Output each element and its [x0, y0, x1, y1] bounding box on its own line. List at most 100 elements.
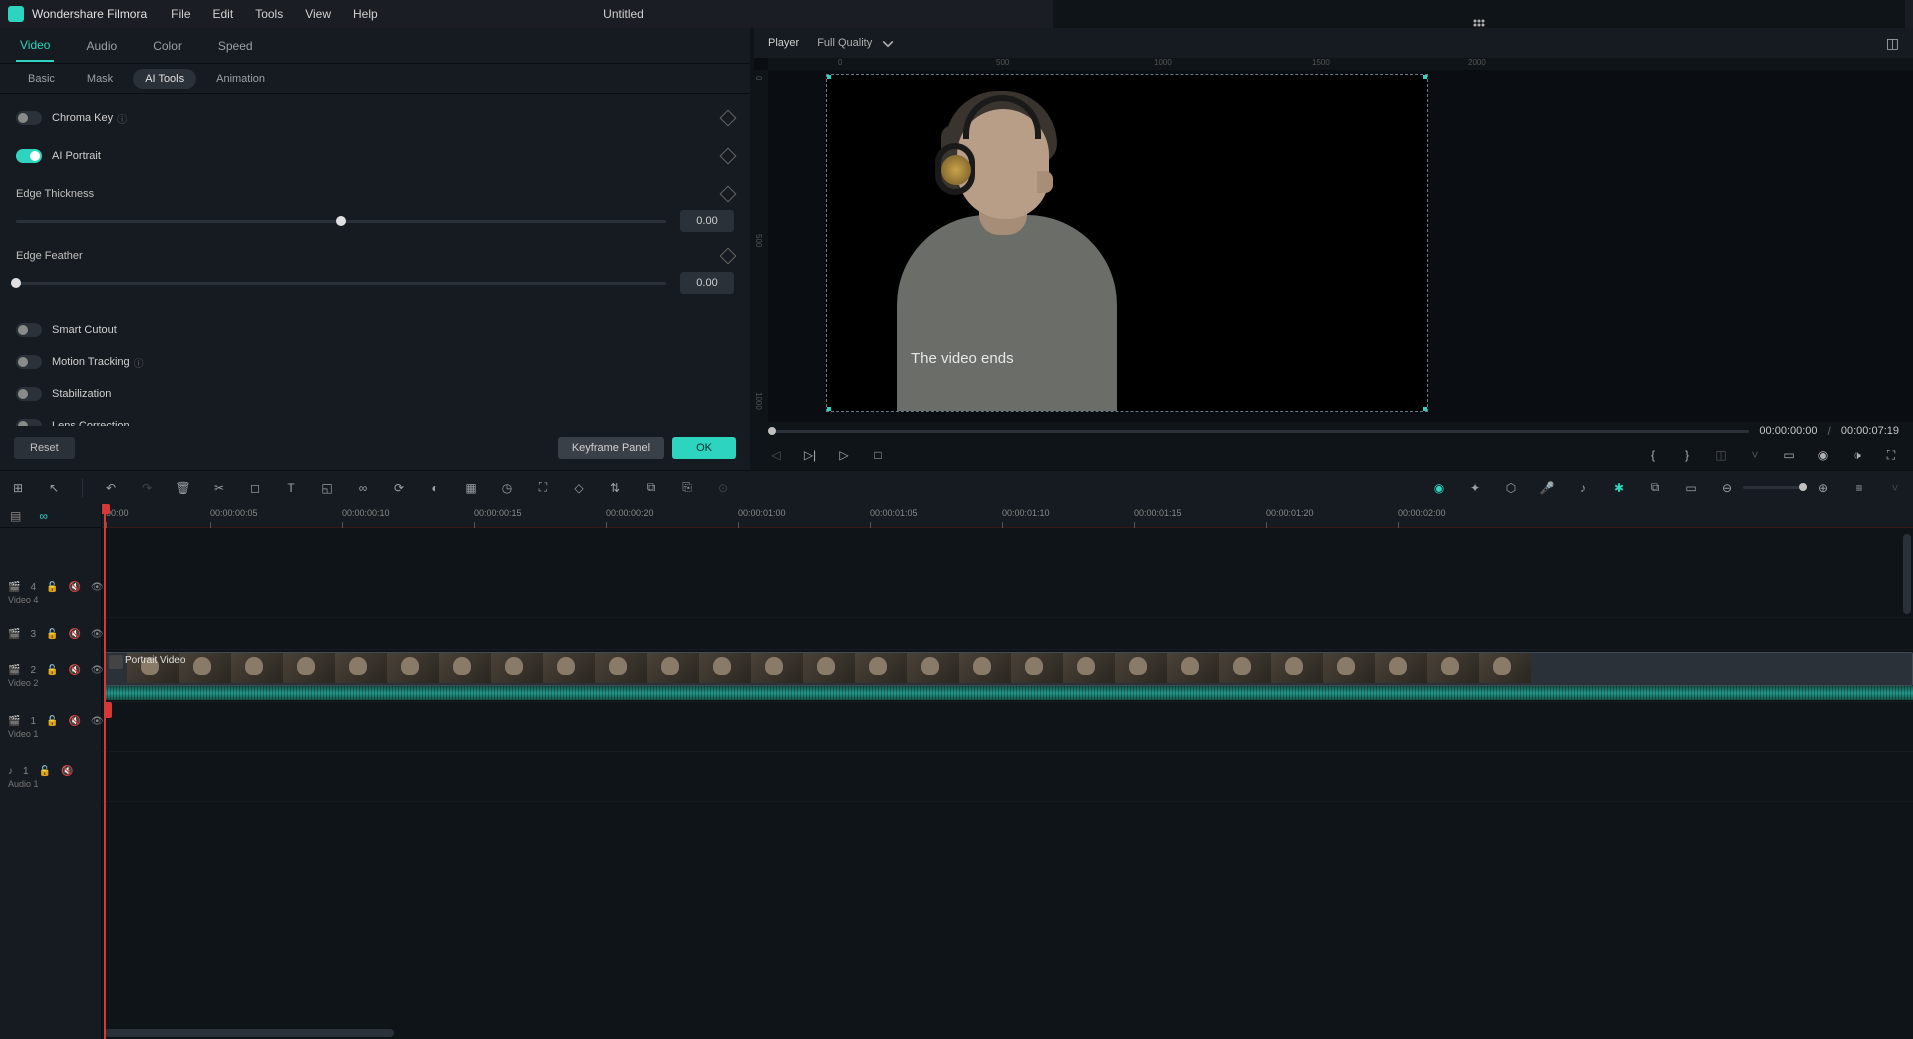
tag-icon[interactable]: ◇: [571, 480, 587, 496]
mic-icon[interactable]: 🎤: [1539, 480, 1555, 496]
subtab-animation[interactable]: Animation: [204, 69, 277, 89]
compare-icon[interactable]: ◫: [1713, 447, 1729, 463]
play-icon[interactable]: ▷: [836, 447, 852, 463]
keyframe-panel-button[interactable]: Keyframe Panel: [558, 437, 664, 459]
edge-feather-slider[interactable]: [16, 282, 666, 285]
track-header[interactable]: ♪1🔓🔇 Audio 1: [0, 752, 101, 802]
edge-feather-value[interactable]: 0.00: [680, 272, 734, 294]
motion-tracking-toggle[interactable]: [16, 355, 42, 369]
subtab-basic[interactable]: Basic: [16, 69, 67, 89]
mute-icon[interactable]: 🔇: [68, 582, 80, 593]
camera-icon[interactable]: ◉: [1815, 447, 1831, 463]
subtab-ai-tools[interactable]: AI Tools: [133, 69, 196, 89]
mute-icon[interactable]: 🔇: [68, 665, 80, 676]
keyframe-icon[interactable]: [720, 248, 737, 265]
quality-dropdown[interactable]: Full Quality: [817, 35, 896, 51]
preview-canvas[interactable]: 0 500 1000 1500 2000 0 500 1000 The vide…: [754, 58, 1913, 422]
ok-button[interactable]: OK: [672, 437, 736, 459]
lock-icon[interactable]: 🔓: [46, 629, 58, 640]
help-icon[interactable]: ⓘ: [117, 111, 127, 126]
text-icon[interactable]: T: [283, 480, 299, 496]
mark-out-icon[interactable]: }: [1679, 447, 1695, 463]
resize-handle[interactable]: [1423, 407, 1428, 412]
ai-icon[interactable]: ◉: [1431, 480, 1447, 496]
timer-icon[interactable]: ◷: [499, 480, 515, 496]
record-icon[interactable]: ⊙: [715, 480, 731, 496]
duplicate-icon[interactable]: ⧉: [1647, 480, 1663, 496]
scrub-bar[interactable]: [768, 430, 1749, 433]
chevron-down-icon[interactable]: ˅: [1887, 480, 1903, 496]
play-backward-icon[interactable]: ▷|: [802, 447, 818, 463]
video-viewport[interactable]: The video ends: [826, 74, 1428, 412]
fullscreen-icon[interactable]: ⛶: [1883, 447, 1899, 463]
playhead[interactable]: [104, 504, 106, 1039]
chevron-down-icon[interactable]: ˅: [1747, 447, 1763, 463]
snapshot-icon[interactable]: ◫: [1886, 35, 1899, 52]
lock-icon[interactable]: 🔓: [39, 766, 51, 777]
subtab-mask[interactable]: Mask: [75, 69, 125, 89]
notification-icon[interactable]: [1471, 0, 1487, 1]
track-lane[interactable]: [102, 752, 1913, 802]
expand-icon[interactable]: ⛶: [535, 480, 551, 496]
mark-in-icon[interactable]: {: [1645, 447, 1661, 463]
prev-frame-icon[interactable]: ◁: [768, 447, 784, 463]
lock-icon[interactable]: 🔓: [46, 716, 58, 727]
effects-icon[interactable]: ✦: [1467, 480, 1483, 496]
tab-color[interactable]: Color: [149, 31, 186, 61]
grid-icon[interactable]: ⊞: [10, 480, 26, 496]
lock-icon[interactable]: 🔓: [46, 582, 58, 593]
edge-thickness-slider[interactable]: [16, 220, 666, 223]
horizontal-scrollbar[interactable]: [104, 1029, 394, 1037]
track-lane[interactable]: Portrait Video: [102, 650, 1913, 702]
mask-icon[interactable]: ▦: [463, 480, 479, 496]
redo-icon[interactable]: ↷: [139, 480, 155, 496]
color-icon[interactable]: ◐: [427, 480, 443, 496]
stabilization-toggle[interactable]: [16, 387, 42, 401]
resize-handle[interactable]: [1423, 74, 1428, 79]
track-lane[interactable]: [102, 702, 1913, 752]
track-header[interactable]: 🎬3🔓🔇👁: [0, 618, 101, 650]
shield-icon[interactable]: ⬡: [1503, 480, 1519, 496]
refresh-icon[interactable]: ⟳: [391, 480, 407, 496]
menu-file[interactable]: File: [171, 7, 190, 21]
mute-icon[interactable]: 🔇: [61, 766, 73, 777]
volume-icon[interactable]: 🕩: [1849, 447, 1865, 463]
link-icon[interactable]: ∞: [355, 480, 371, 496]
timeline-tracks[interactable]: 00:00 00:00:00:05 00:00:00:10 00:00:00:1…: [102, 504, 1913, 1039]
zoom-in-icon[interactable]: ⊕: [1815, 480, 1831, 496]
timeline-ruler[interactable]: 00:00 00:00:00:05 00:00:00:10 00:00:00:1…: [102, 504, 1913, 528]
reset-button[interactable]: Reset: [14, 437, 75, 459]
layers-icon[interactable]: ▤: [10, 509, 21, 523]
tab-speed[interactable]: Speed: [214, 31, 257, 61]
undo-icon[interactable]: ↶: [103, 480, 119, 496]
mute-icon[interactable]: 🔇: [68, 629, 80, 640]
track-lane[interactable]: [102, 618, 1913, 650]
video-clip[interactable]: Portrait Video: [104, 652, 1913, 686]
resize-handle[interactable]: [826, 74, 831, 79]
tab-audio[interactable]: Audio: [82, 31, 121, 61]
copy-icon[interactable]: ⎘: [679, 480, 695, 496]
screen-icon[interactable]: ▭: [1683, 480, 1699, 496]
pointer-icon[interactable]: ↖: [46, 480, 62, 496]
vertical-scrollbar[interactable]: [1903, 534, 1911, 614]
link-tracks-icon[interactable]: ∞: [39, 509, 48, 523]
adjust-icon[interactable]: ⇅: [607, 480, 623, 496]
resize-handle[interactable]: [826, 407, 831, 412]
cut-icon[interactable]: ✂: [211, 480, 227, 496]
stop-icon[interactable]: □: [870, 447, 886, 463]
ai-portrait-toggle[interactable]: [16, 149, 42, 163]
group-icon[interactable]: ⧉: [643, 480, 659, 496]
zoom-slider[interactable]: [1743, 486, 1807, 489]
display-icon[interactable]: ▭: [1781, 447, 1797, 463]
zoom-out-icon[interactable]: ⊖: [1719, 480, 1735, 496]
track-header[interactable]: 🎬4🔓🔇👁 Video 4: [0, 568, 101, 618]
lens-correction-toggle[interactable]: [16, 419, 42, 426]
delete-icon[interactable]: 🗑: [175, 480, 191, 496]
list-icon[interactable]: ≡: [1851, 480, 1867, 496]
keyframe-icon[interactable]: [720, 186, 737, 203]
chroma-key-toggle[interactable]: [16, 111, 42, 125]
track-header[interactable]: 🎬1🔓🔇👁 Video 1: [0, 702, 101, 752]
track-lane[interactable]: [102, 568, 1913, 618]
help-icon[interactable]: ⓘ: [134, 355, 144, 370]
mute-icon[interactable]: 🔇: [68, 716, 80, 727]
